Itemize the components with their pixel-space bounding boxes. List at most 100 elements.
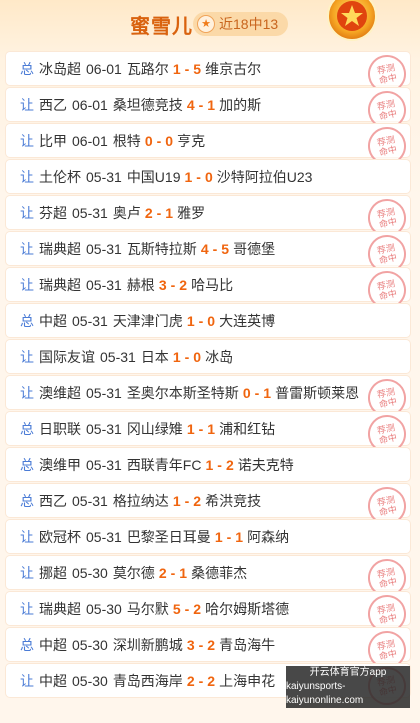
score-separator: - [198,420,204,437]
score-separator: - [212,240,218,257]
match-row[interactable]: 让芬超 05-31 奥卢 2-1 雅罗 荐测 命中 [6,195,410,241]
league-label: 比甲 [39,132,67,149]
match-row[interactable]: 总冰岛超 06-01 瓦路尔 1-5 维京古尔 荐测 命中 [6,51,410,97]
match-date: 05-31 [86,240,122,257]
league-label: 瑞典超 [39,240,81,257]
score-separator: - [217,456,222,473]
home-team: 冈山绿雉 [126,420,183,437]
league-label: 澳维超 [39,384,81,401]
league-label: 中超 [39,312,67,329]
home-team: 中国U19 [126,168,181,185]
league-label: 中超 [39,672,67,689]
away-score: 0 [165,132,174,149]
away-team: 冰岛 [205,348,234,365]
score-separator: - [254,384,260,401]
match-row[interactable]: 让挪超 05-30 莫尔德 2-1 桑德菲杰 荐测 命中 [6,555,410,601]
bet-type-label: 让 [20,96,34,113]
match-date: 05-31 [86,168,122,185]
bet-type-label: 让 [20,384,34,401]
league-label: 瑞典超 [39,276,81,293]
away-score: 2 [179,276,188,293]
bet-type-label: 让 [20,528,34,545]
match-date: 06-01 [72,132,108,149]
match-row[interactable]: 总西乙 05-31 格拉纳达 1-2 希洪竞技 荐测 命中 [6,483,410,529]
home-team: 天津津门虎 [112,312,183,329]
match-date: 05-30 [72,636,108,653]
league-label: 日职联 [39,420,81,437]
bet-type-label: 让 [20,348,34,365]
match-row[interactable]: 让澳维超 05-31 圣奥尔本斯圣特斯 0-1 普雷斯顿莱恩 荐测 命中 [6,375,410,421]
league-label: 西乙 [39,492,67,509]
match-row[interactable]: 让土伦杯 05-31 中国U19 1-0 沙特阿拉伯U23 [6,160,410,193]
home-score: 1 [172,60,181,77]
bet-type-label: 让 [20,276,34,293]
watermark: 开云体育官方app kaiyunsports-kaiyunonline.com [286,666,410,708]
away-score: 2 [193,600,202,617]
match-row[interactable]: 让西乙 06-01 桑坦德竞技 4-1 加的斯 荐测 命中 [6,87,410,133]
stamp-text-3: 命中 [378,612,398,626]
away-score: 1 [235,528,244,545]
home-score: 0 [144,132,153,149]
home-score: 1 [186,312,195,329]
home-team: 马尔默 [126,600,169,617]
match-row[interactable]: 总中超 05-31 天津津门虎 1-0 大连英博 [6,304,410,337]
match-date: 05-30 [72,672,108,689]
away-team: 上海申花 [219,672,276,689]
away-score: 1 [179,564,188,581]
match-row[interactable]: 总中超 05-30 深圳新鹏城 3-2 青岛海牛 荐测 命中 [6,627,410,673]
home-score: 1 [172,348,181,365]
away-team: 亨克 [177,132,206,149]
league-label: 西乙 [39,96,67,113]
stamp-text-3: 命中 [378,504,398,518]
match-row[interactable]: 让欧冠杯 05-31 巴黎圣日耳曼 1-1 阿森纳 [6,520,410,553]
home-team: 圣奥尔本斯圣特斯 [126,384,239,401]
bet-type-label: 总 [20,312,34,329]
away-score: 2 [207,636,216,653]
match-row[interactable]: 让瑞典超 05-30 马尔默 5-2 哈尔姆斯塔德 荐测 命中 [6,591,410,637]
match-date: 05-31 [100,348,136,365]
match-date: 05-30 [86,600,122,617]
away-team: 哈尔姆斯塔德 [205,600,290,617]
stamp-text-3: 命中 [378,648,398,662]
match-row[interactable]: 总日职联 05-31 冈山绿雉 1-1 浦和红钻 荐测 命中 [6,411,410,457]
score-separator: - [156,132,162,149]
home-team: 西联青年FC [126,456,202,473]
home-team: 根特 [112,132,141,149]
match-date: 05-31 [86,528,122,545]
league-label: 国际友谊 [39,348,95,365]
home-score: 3 [158,276,167,293]
stamp-text-3: 命中 [378,576,398,590]
away-score: 1 [207,96,216,113]
match-date: 06-01 [72,96,108,113]
score-separator: - [184,600,190,617]
match-date: 05-30 [72,564,108,581]
stamp-text-3: 命中 [378,252,398,266]
score-separator: - [198,96,204,113]
away-score: 1 [263,384,272,401]
away-team: 浦和红钻 [219,420,276,437]
star-icon: ★ [197,15,215,33]
away-team: 沙特阿拉伯U23 [216,168,313,185]
home-score: 2 [158,564,167,581]
home-score: 1 [205,456,214,473]
away-score: 5 [193,60,202,77]
score-separator: - [198,312,204,329]
record-badge-text: 近18中13 [219,16,279,32]
home-team: 格拉纳达 [112,492,169,509]
match-row[interactable]: 让国际友谊 05-31 日本 1-0 冰岛 [6,340,410,373]
home-team: 青岛西海岸 [112,672,183,689]
away-score: 5 [221,240,230,257]
home-score: 4 [186,96,195,113]
match-row[interactable]: 让瑞典超 05-31 赫根 3-2 哈马比 荐测 命中 [6,267,410,313]
bet-type-label: 让 [20,204,34,221]
away-team: 阿森纳 [247,528,290,545]
score-separator: - [198,672,204,689]
match-row[interactable]: 让比甲 06-01 根特 0-0 亨克 荐测 命中 [6,123,410,169]
header: 蜜雪儿 ★ 近18中13 [0,0,420,48]
match-row[interactable]: 总澳维甲 05-31 西联青年FC 1-2 诺夫克特 [6,448,410,481]
home-team: 赫根 [126,276,155,293]
away-team: 哥德堡 [233,240,276,257]
away-score: 2 [225,456,234,473]
match-row[interactable]: 让瑞典超 05-31 瓦斯特拉斯 4-5 哥德堡 荐测 命中 [6,231,410,277]
match-date: 05-31 [72,312,108,329]
